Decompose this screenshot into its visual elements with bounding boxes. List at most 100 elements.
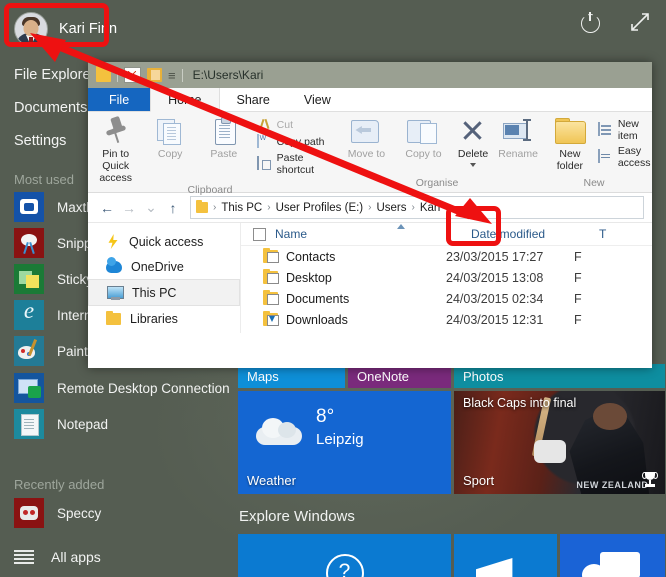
nav-item-label: Libraries (130, 311, 178, 326)
tab-home[interactable]: Home (150, 88, 220, 112)
easy-access-icon (597, 149, 600, 163)
breadcrumb-item-this-pc[interactable]: This PC (221, 202, 262, 214)
table-row[interactable]: Desktop 24/03/2015 13:08 F (241, 267, 652, 288)
breadcrumb-item-user-profiles[interactable]: User Profiles (E:) (276, 202, 364, 214)
button-label: New folder (556, 148, 584, 173)
sidebar-item-documents[interactable]: Documents (14, 100, 87, 116)
nav-item-onedrive[interactable]: OneDrive (88, 254, 240, 279)
copy-to-icon (406, 116, 440, 146)
button-label: Paste shortcut (276, 152, 314, 176)
new-folder-icon[interactable] (147, 68, 162, 82)
button-label: Copy path (276, 136, 325, 148)
breadcrumb-item-users[interactable]: Users (376, 202, 406, 214)
app-item-notepad[interactable]: Notepad (14, 409, 108, 439)
sport-headline: Black Caps into final (463, 396, 577, 410)
breadcrumb[interactable]: › This PC › User Profiles (E:) › Users ›… (190, 196, 644, 219)
column-header-type[interactable]: T (599, 227, 639, 241)
internet-explorer-icon (14, 298, 44, 330)
chevron-down-icon[interactable] (470, 163, 477, 168)
nav-item-label: Quick access (129, 234, 204, 249)
table-row[interactable]: Documents 24/03/2015 02:34 F (241, 288, 652, 309)
customize-icon[interactable]: ≡ (168, 69, 176, 82)
tile-label: Photos (463, 369, 504, 384)
paste-icon (211, 117, 237, 145)
tab-file[interactable]: File (88, 88, 151, 111)
nav-item-libraries[interactable]: Libraries (88, 306, 240, 331)
app-item-remote-desktop-connection[interactable]: Remote Desktop Connection (14, 373, 230, 403)
chevron-down-icon[interactable]: ⌄ (140, 197, 162, 219)
tab-share[interactable]: Share (220, 88, 287, 111)
app-label: Notepad (57, 416, 109, 432)
nav-item-quick-access[interactable]: Quick access (88, 229, 240, 254)
file-explorer-window: ≡ E:\Users\Kari File Home Share View Pin… (88, 62, 652, 368)
folder-icon[interactable] (96, 66, 111, 82)
user-account-button[interactable]: Kari Finn (14, 10, 117, 48)
sidebar-item-settings[interactable]: Settings (14, 133, 66, 149)
remote-desktop-icon (14, 373, 44, 403)
arrow-up-icon[interactable]: ↑ (162, 197, 184, 219)
cut-button[interactable]: Cut (257, 118, 332, 132)
new-folder-button[interactable]: New folder (550, 116, 590, 172)
tile-sport[interactable]: NEW ZEALAND Black Caps into final Sport (454, 391, 665, 494)
navigation-pane: Quick access OneDrive This PC Libraries (88, 223, 241, 333)
column-header-date-modified[interactable]: Date modified (471, 227, 599, 241)
ribbon-group-new: New folder New item Easy access New (542, 112, 652, 192)
most-used-header: Most used (14, 172, 74, 187)
tile-label: Weather (247, 473, 296, 488)
nav-item-this-pc[interactable]: This PC (88, 279, 240, 306)
tile-movies[interactable] (454, 534, 557, 577)
select-all-checkbox[interactable] (253, 227, 266, 241)
sort-ascending-icon (397, 224, 405, 229)
this-pc-icon (107, 285, 124, 300)
tile-get-started[interactable]: ? (238, 534, 451, 577)
button-label: Easy access (617, 145, 651, 169)
all-apps-button[interactable]: All apps (14, 549, 101, 565)
tile-weather[interactable]: 8° Leipzig Weather (238, 391, 451, 494)
move-to-icon (349, 116, 383, 146)
tile-feedback[interactable] (560, 534, 665, 577)
app-item-speccy[interactable]: Speccy (14, 498, 101, 528)
copy-to-button[interactable]: Copy to (395, 116, 452, 160)
notepad-icon (14, 409, 44, 439)
file-name: Downloads (286, 312, 348, 327)
breadcrumb-item-kari[interactable]: Kari (420, 202, 440, 214)
copy-path-button[interactable]: Copy path (256, 134, 332, 149)
app-item-paint[interactable]: Paint (14, 336, 88, 366)
delete-button[interactable]: Delete (452, 116, 494, 168)
arrow-right-icon[interactable]: → (118, 197, 140, 219)
onedrive-icon (106, 256, 122, 273)
button-label: New item (617, 118, 639, 142)
file-type: F (574, 270, 582, 285)
explore-windows-header: Explore Windows (239, 508, 355, 525)
jersey-text: NEW ZEALAND (576, 480, 649, 490)
ribbon-tabs: File Home Share View (88, 88, 652, 112)
pin-icon (103, 115, 129, 145)
tab-view[interactable]: View (287, 88, 348, 111)
move-to-button[interactable]: Move to (338, 116, 395, 160)
copy-path-icon (256, 134, 259, 148)
table-row[interactable]: Downloads 24/03/2015 12:31 F (241, 309, 652, 330)
sidebar-item-file-explorer[interactable]: File Explorer (14, 67, 95, 83)
paste-button[interactable]: Paste (197, 116, 251, 160)
file-list-pane: Name Date modified T Contacts 23/03/2015… (241, 223, 652, 333)
file-type: F (574, 312, 582, 327)
pin-to-quick-access-button[interactable]: Pin to Quick access (88, 115, 143, 184)
window-title-bar: ≡ E:\Users\Kari (88, 62, 652, 88)
button-label: Move to (347, 148, 386, 160)
copy-icon (157, 117, 183, 145)
table-row[interactable]: Contacts 23/03/2015 17:27 F (241, 246, 652, 267)
new-folder-icon (553, 116, 587, 146)
button-label: Copy to (405, 148, 442, 160)
new-item-button[interactable]: New item (597, 118, 652, 142)
easy-access-button[interactable]: Easy access (597, 145, 652, 169)
column-header-name[interactable]: Name (275, 224, 471, 241)
rename-button[interactable]: Rename (494, 116, 542, 160)
ribbon-group-label: Organise (415, 177, 459, 189)
user-name-label: Kari Finn (59, 21, 118, 37)
arrow-left-icon[interactable]: ← (96, 197, 118, 219)
copy-button[interactable]: Copy (143, 116, 197, 160)
properties-icon[interactable] (124, 67, 141, 83)
file-list-header: Name Date modified T (241, 223, 652, 246)
downloads-folder-icon (263, 311, 279, 326)
paste-shortcut-button[interactable]: Paste shortcut (256, 152, 332, 176)
